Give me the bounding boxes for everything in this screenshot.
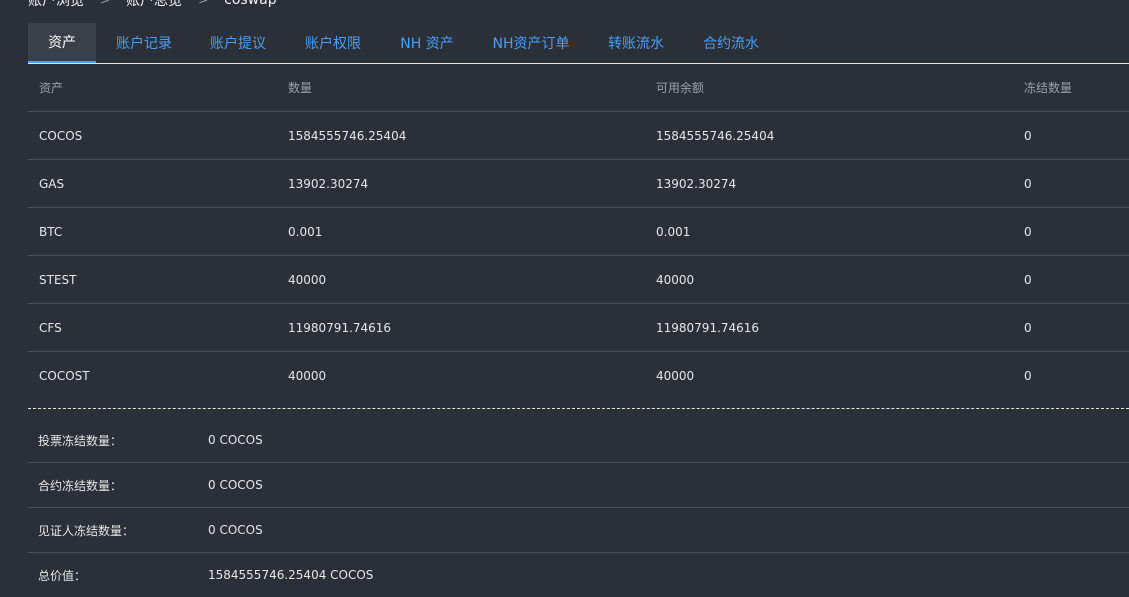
asset-amount: 40000 [288, 272, 327, 287]
chevron-right-icon: > [100, 0, 111, 7]
asset-frozen: 0 [1024, 320, 1032, 335]
asset-available: 0.001 [656, 224, 691, 239]
tab-transfer-history[interactable]: 转账流水 [590, 23, 682, 63]
summary-label: 合约冻结数量： [38, 478, 123, 493]
asset-available: 13902.30274 [656, 176, 737, 191]
asset-symbol: COCOS [39, 128, 83, 143]
summary-section: 投票冻结数量： 0 COCOS 合约冻结数量： 0 COCOS 见证人冻结数量：… [28, 418, 1129, 597]
tab-bar: 资产 账户记录 账户提议 账户权限 NH 资产 NH资产订单 转账流水 合约流水 [28, 23, 1129, 64]
tab-contract-history[interactable]: 合约流水 [682, 23, 780, 63]
summary-value: 0 COCOS [208, 523, 263, 537]
summary-value: 1584555746.25404 COCOS [208, 568, 374, 582]
summary-value: 0 COCOS [208, 478, 263, 492]
table-header: 资产 数量 可用余额 冻结数量 [28, 64, 1129, 112]
asset-table: 资产 数量 可用余额 冻结数量 COCOS 1584555746.25404 1… [28, 64, 1129, 399]
table-row: COCOST 40000 40000 0 [28, 352, 1129, 399]
summary-row-witness-frozen: 见证人冻结数量： 0 COCOS [28, 508, 1129, 553]
asset-symbol: BTC [39, 224, 63, 239]
summary-value: 0 COCOS [208, 433, 263, 447]
summary-label: 投票冻结数量： [38, 433, 123, 448]
asset-amount: 0.001 [288, 224, 323, 239]
summary-label: 总价值： [38, 568, 87, 583]
dashed-divider [28, 408, 1129, 409]
asset-available: 1584555746.25404 [656, 128, 775, 143]
asset-frozen: 0 [1024, 128, 1032, 143]
asset-frozen: 0 [1024, 176, 1032, 191]
asset-symbol: CFS [39, 320, 62, 335]
table-row: CFS 11980791.74616 11980791.74616 0 [28, 304, 1129, 352]
tab-account-permissions[interactable]: 账户权限 [284, 23, 382, 63]
asset-frozen: 0 [1024, 272, 1032, 287]
table-row: COCOS 1584555746.25404 1584555746.25404 … [28, 112, 1129, 160]
summary-label: 见证人冻结数量： [38, 523, 135, 538]
asset-symbol: GAS [39, 176, 65, 191]
asset-symbol: STEST [39, 272, 77, 287]
table-row: BTC 0.001 0.001 0 [28, 208, 1129, 256]
asset-symbol: COCOST [39, 368, 90, 383]
summary-row-contract-frozen: 合约冻结数量： 0 COCOS [28, 463, 1129, 508]
summary-row-vote-frozen: 投票冻结数量： 0 COCOS [28, 418, 1129, 463]
asset-frozen: 0 [1024, 224, 1032, 239]
asset-amount: 40000 [288, 368, 327, 383]
tab-nh-assets[interactable]: NH 资产 [382, 23, 472, 63]
tab-assets[interactable]: 资产 [28, 23, 96, 63]
tab-nh-asset-orders[interactable]: NH资产订单 [472, 23, 590, 63]
asset-amount: 13902.30274 [288, 176, 369, 191]
asset-available: 40000 [656, 272, 695, 287]
chevron-right-icon: > [198, 0, 209, 7]
asset-amount: 1584555746.25404 [288, 128, 407, 143]
column-header-available: 可用余额 [656, 81, 705, 95]
summary-row-total-value: 总价值： 1584555746.25404 COCOS [28, 553, 1129, 597]
breadcrumb: 账户浏览 > 账户总览 > coswap [28, 0, 277, 10]
column-header-asset: 资产 [39, 81, 64, 95]
table-row: STEST 40000 40000 0 [28, 256, 1129, 304]
asset-available: 11980791.74616 [656, 320, 760, 335]
breadcrumb-item-browse[interactable]: 账户浏览 [28, 0, 84, 10]
tab-account-proposals[interactable]: 账户提议 [192, 23, 284, 63]
tab-account-records[interactable]: 账户记录 [96, 23, 192, 63]
asset-available: 40000 [656, 368, 695, 383]
breadcrumb-item-account: coswap [224, 0, 277, 8]
table-row: GAS 13902.30274 13902.30274 0 [28, 160, 1129, 208]
asset-amount: 11980791.74616 [288, 320, 392, 335]
breadcrumb-item-overview[interactable]: 账户总览 [126, 0, 182, 10]
column-header-frozen: 冻结数量 [1024, 81, 1073, 95]
column-header-amount: 数量 [288, 81, 313, 95]
asset-frozen: 0 [1024, 368, 1032, 383]
